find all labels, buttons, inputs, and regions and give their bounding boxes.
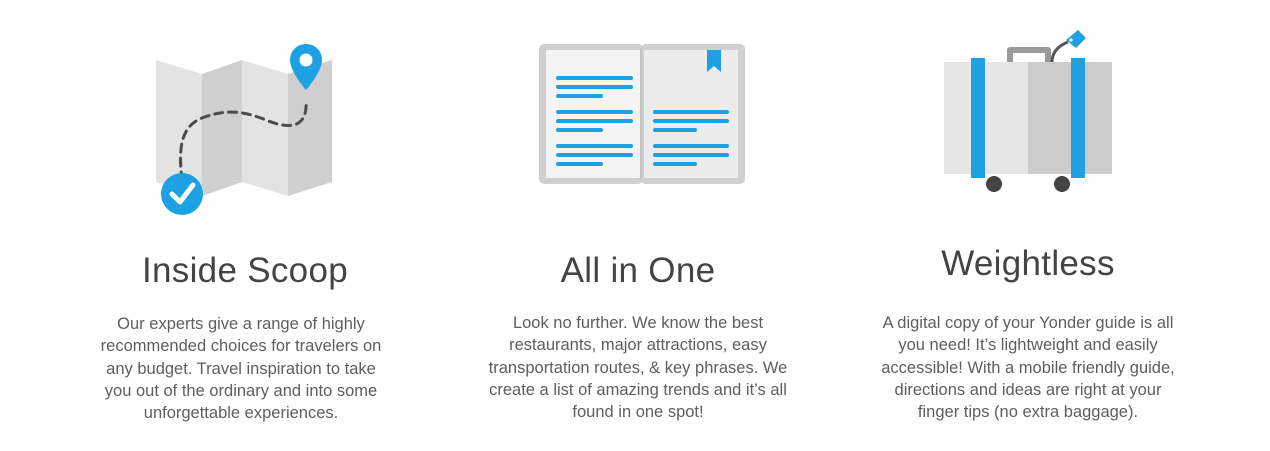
feature-weightless: Weightless A digital copy of your Yonder… [0, 0, 1270, 451]
rolling-suitcase-icon [940, 26, 1120, 206]
feature-description: A digital copy of your Yonder guide is a… [881, 314, 1175, 422]
feature-title: Weightless [941, 244, 1115, 283]
